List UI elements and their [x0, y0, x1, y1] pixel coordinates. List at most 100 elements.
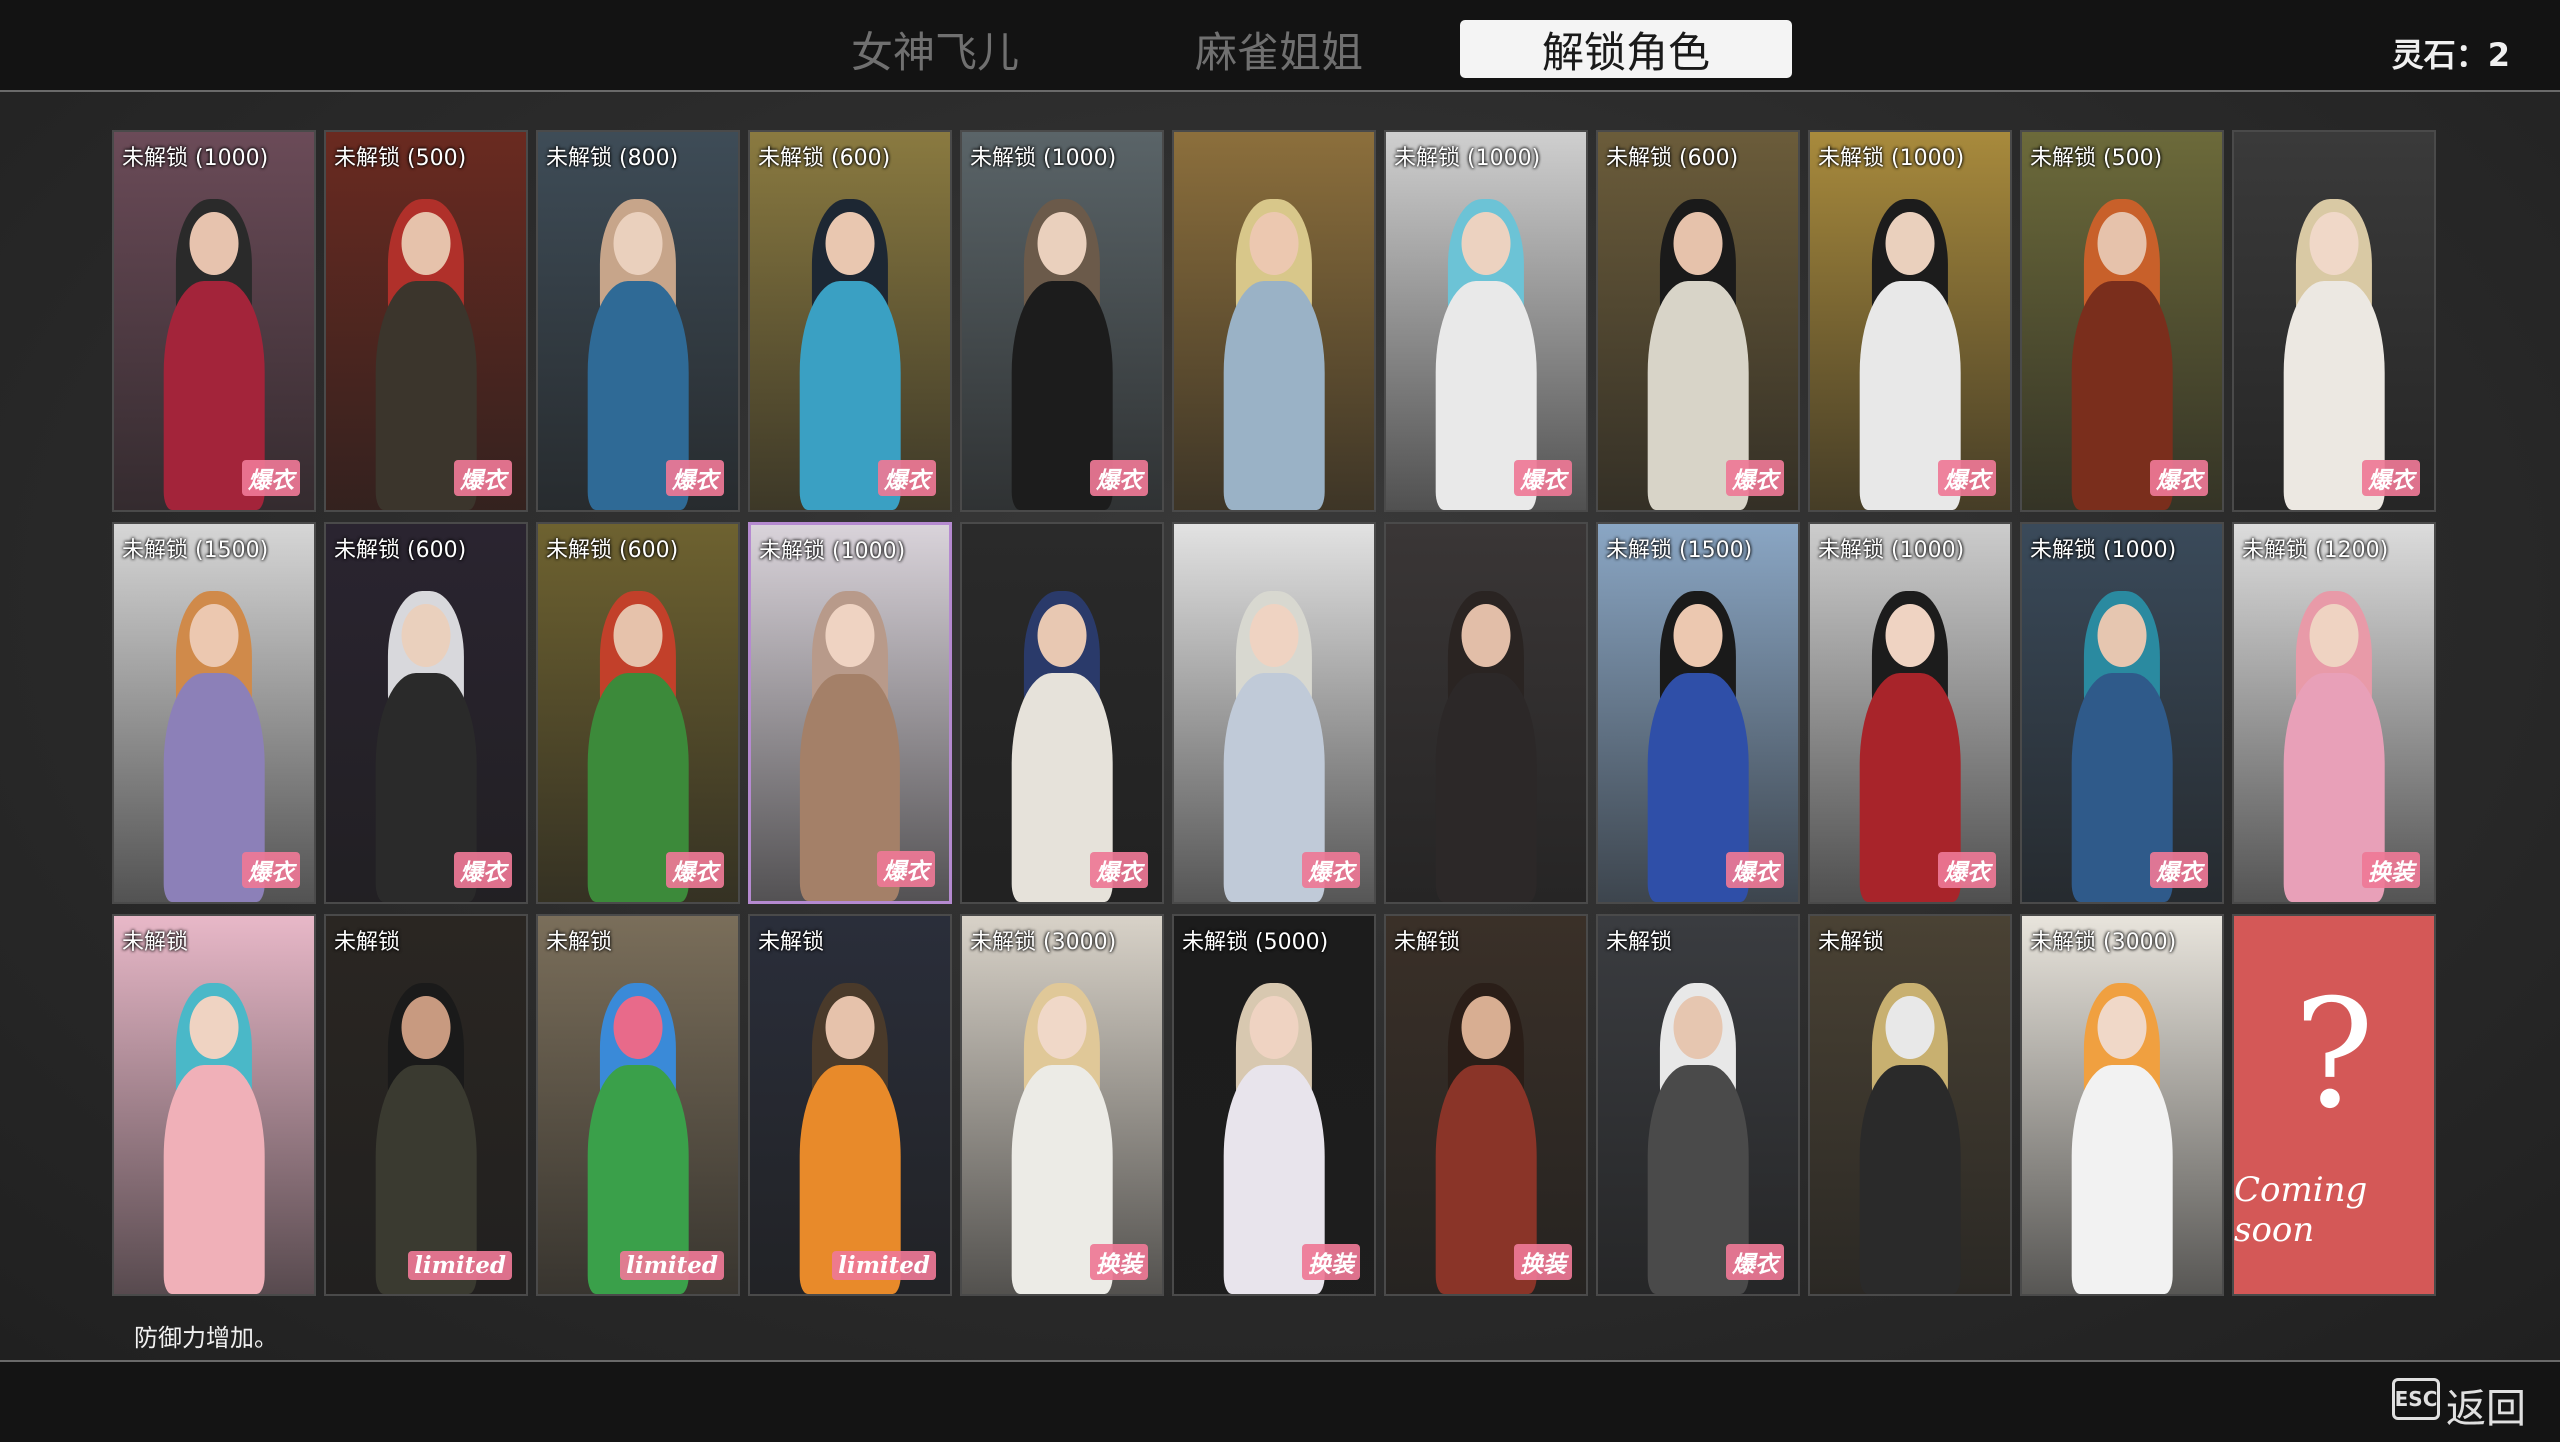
outfit-badge: 爆衣: [242, 852, 300, 888]
lock-status: 未解锁 (1000): [1818, 146, 1965, 171]
portrait-outfit: [2071, 1065, 2173, 1294]
character-card[interactable]: 未解锁 limited: [324, 914, 528, 1296]
character-card[interactable]: 未解锁 爆衣: [1596, 914, 1800, 1296]
portrait-face: [2309, 603, 2359, 668]
character-card[interactable]: 未解锁 (1500) 爆衣: [112, 522, 316, 904]
character-card[interactable]: 未解锁 (5000) 换装: [1172, 914, 1376, 1296]
character-card[interactable]: 未解锁 (600) 爆衣: [748, 130, 952, 512]
lock-status: 未解锁: [1606, 930, 1673, 955]
lock-status: 未解锁 (500): [2030, 146, 2163, 171]
portrait-face: [1461, 603, 1511, 668]
portrait-face: [189, 995, 239, 1060]
portrait-face: [1249, 211, 1299, 276]
character-card[interactable]: 未解锁 (1000) 爆衣: [748, 522, 952, 904]
portrait-face: [401, 211, 451, 276]
character-card[interactable]: 未解锁 (3000): [2020, 914, 2224, 1296]
tab-mahjong-sister[interactable]: 麻雀姐姐: [1172, 20, 1386, 78]
character-card[interactable]: 未解锁 (800) 爆衣: [536, 130, 740, 512]
character-card[interactable]: 未解锁: [112, 914, 316, 1296]
question-mark-icon: ?: [2293, 968, 2375, 1142]
character-card[interactable]: 未解锁 (1200) 换装: [2232, 522, 2436, 904]
character-portrait: [1206, 192, 1342, 510]
outfit-badge: limited: [408, 1251, 512, 1280]
character-card[interactable]: 未解锁 (1000) 爆衣: [2020, 522, 2224, 904]
character-card[interactable]: 未解锁 (600) 爆衣: [536, 522, 740, 904]
portrait-face: [401, 603, 451, 668]
lock-status: 未解锁 (3000): [2030, 930, 2177, 955]
tab-unlock-characters[interactable]: 解锁角色: [1460, 20, 1792, 78]
portrait-face: [825, 211, 875, 276]
character-portrait: [358, 976, 494, 1294]
character-card[interactable]: 未解锁 (1000) 爆衣: [1808, 522, 2012, 904]
lock-status: 未解锁 (600): [1606, 146, 1739, 171]
character-portrait: [782, 976, 918, 1294]
spirit-stone-counter: 灵石：2: [2391, 36, 2510, 74]
portrait-face: [1673, 603, 1723, 668]
portrait-face: [1461, 211, 1511, 276]
character-card[interactable]: 未解锁 (1000) 爆衣: [1384, 130, 1588, 512]
outfit-badge: 换装: [1514, 1244, 1572, 1280]
outfit-badge: 换装: [1090, 1244, 1148, 1280]
character-card[interactable]: [1384, 522, 1588, 904]
character-card[interactable]: 未解锁 limited: [748, 914, 952, 1296]
outfit-badge: 爆衣: [878, 460, 936, 496]
character-card[interactable]: 未解锁 (1000) 爆衣: [112, 130, 316, 512]
lock-status: 未解锁 (600): [758, 146, 891, 171]
outfit-badge: 爆衣: [666, 460, 724, 496]
outfit-badge: 换装: [1302, 1244, 1360, 1280]
character-grid: 未解锁 (1000) 爆衣 未解锁 (500) 爆衣 未解锁 (800) 爆衣 未解锁 (6…: [112, 130, 2436, 1296]
tab-goddess-feier[interactable]: 女神飞儿: [828, 20, 1042, 78]
portrait-face: [2309, 211, 2359, 276]
portrait-face: [1249, 995, 1299, 1060]
portrait-face: [1037, 995, 1087, 1060]
portrait-face: [1249, 603, 1299, 668]
character-card[interactable]: 未解锁 (600) 爆衣: [324, 522, 528, 904]
character-card[interactable]: 爆衣: [1172, 522, 1376, 904]
portrait-face: [1037, 211, 1087, 276]
lock-status: 未解锁 (1000): [2030, 538, 2177, 563]
character-card[interactable]: [1172, 130, 1376, 512]
outfit-badge: 爆衣: [1090, 460, 1148, 496]
outfit-badge: 爆衣: [454, 852, 512, 888]
outfit-badge: 爆衣: [2150, 852, 2208, 888]
portrait-outfit: [1223, 281, 1325, 510]
portrait-outfit: [1435, 673, 1537, 902]
lock-status: 未解锁 (1000): [1818, 538, 1965, 563]
outfit-badge: limited: [620, 1251, 724, 1280]
outfit-badge: 爆衣: [454, 460, 512, 496]
back-button[interactable]: 返回: [2446, 1376, 2526, 1434]
portrait-outfit: [1859, 1065, 1961, 1294]
character-card[interactable]: 未解锁 (1500) 爆衣: [1596, 522, 1800, 904]
esc-key-icon[interactable]: ESC: [2392, 1378, 2440, 1420]
character-card[interactable]: 未解锁 (3000) 换装: [960, 914, 1164, 1296]
character-card[interactable]: 未解锁 换装: [1384, 914, 1588, 1296]
portrait-face: [1885, 211, 1935, 276]
character-card[interactable]: 未解锁 limited: [536, 914, 740, 1296]
character-card[interactable]: 爆衣: [960, 522, 1164, 904]
outfit-badge: 爆衣: [1938, 852, 1996, 888]
lock-status: 未解锁 (1000): [122, 146, 269, 171]
portrait-face: [2097, 603, 2147, 668]
lock-status: 未解锁 (3000): [970, 930, 1117, 955]
portrait-face: [1673, 995, 1723, 1060]
portrait-face: [1461, 995, 1511, 1060]
lock-status: 未解锁: [334, 930, 401, 955]
skill-description: 防御力增加。: [134, 1324, 278, 1352]
character-card[interactable]: 未解锁 (1000) 爆衣: [1808, 130, 2012, 512]
character-card[interactable]: 爆衣: [2232, 130, 2436, 512]
portrait-face: [825, 995, 875, 1060]
coming-soon-label: Coming soon: [2234, 1170, 2368, 1250]
character-card[interactable]: 未解锁 (500) 爆衣: [2020, 130, 2224, 512]
character-portrait: [146, 976, 282, 1294]
character-card[interactable]: 未解锁 (500) 爆衣: [324, 130, 528, 512]
character-card[interactable]: 未解锁 (600) 爆衣: [1596, 130, 1800, 512]
character-card[interactable]: 未解锁: [1808, 914, 2012, 1296]
lock-status: 未解锁 (1000): [970, 146, 1117, 171]
portrait-face: [2097, 211, 2147, 276]
character-card[interactable]: 未解锁 (1000) 爆衣: [960, 130, 1164, 512]
outfit-badge: 爆衣: [1302, 852, 1360, 888]
lock-status: 未解锁: [1818, 930, 1885, 955]
outfit-badge: 爆衣: [2362, 460, 2420, 496]
lock-status: 未解锁 (600): [334, 538, 467, 563]
outfit-badge: limited: [832, 1251, 936, 1280]
